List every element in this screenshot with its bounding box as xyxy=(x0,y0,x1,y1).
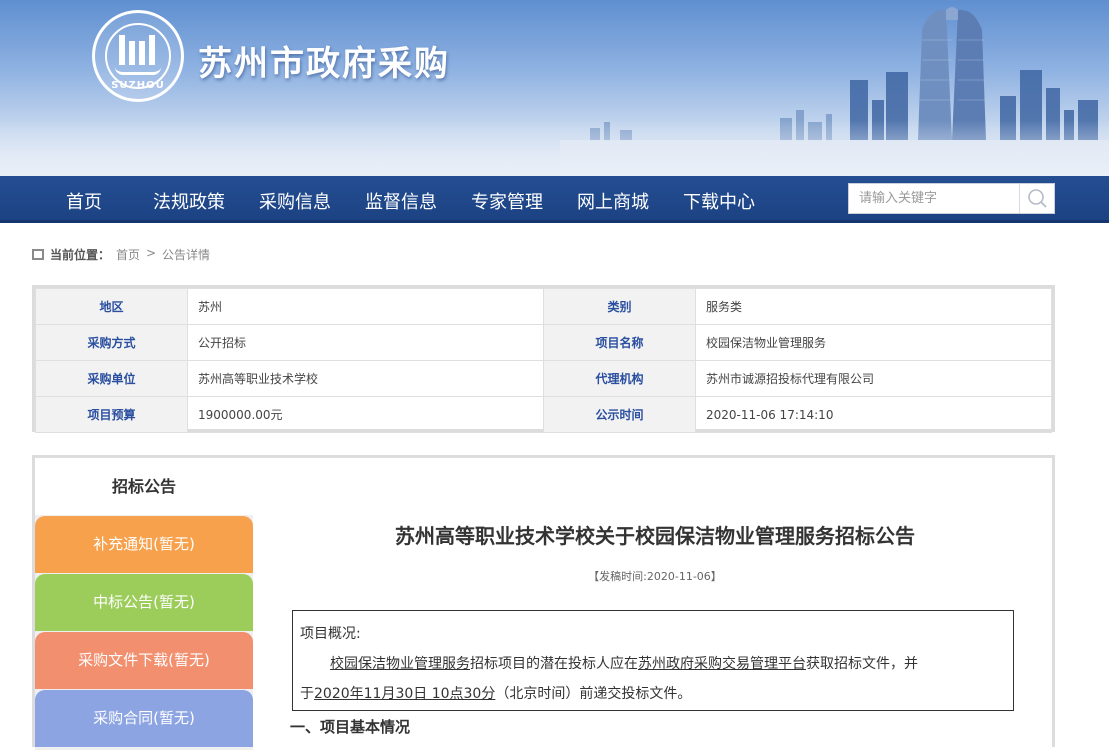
project-info-table: 地区 苏州 类别 服务类 采购方式 公开招标 项目名称 校园保洁物业管理服务 采… xyxy=(32,285,1055,433)
nav-procurement-info[interactable]: 采购信息 xyxy=(259,188,331,214)
overview-text: （北京时间）前递交投标文件。 xyxy=(495,686,692,702)
info-value: 公开招标 xyxy=(187,324,544,361)
notice-title: 苏州高等职业技术学校关于校园保洁物业管理服务招标公告 xyxy=(395,524,915,548)
info-value: 苏州 xyxy=(187,288,544,325)
info-key: 采购方式 xyxy=(35,324,188,361)
search-input[interactable] xyxy=(849,184,1019,213)
info-key: 代理机构 xyxy=(543,360,696,397)
breadcrumb-current: 公告详情 xyxy=(162,248,211,262)
info-key: 项目预算 xyxy=(35,396,188,433)
info-value: 苏州高等职业技术学校 xyxy=(187,360,544,397)
table-row: 地区 苏州 类别 服务类 xyxy=(35,288,1052,325)
banner-haze xyxy=(0,120,1109,176)
table-row: 采购方式 公开招标 项目名称 校园保洁物业管理服务 xyxy=(35,324,1052,361)
info-value: 2020-11-06 17:14:10 xyxy=(695,396,1052,433)
project-overview-box: 项目概况: 校园保洁物业管理服务招标项目的潜在投标人应在苏州政府采购交易管理平台… xyxy=(292,610,1014,711)
project-name-link[interactable]: 校园保洁物业管理服务 xyxy=(330,656,470,672)
deadline-time: 2020年11月30日 10点30分 xyxy=(314,686,496,702)
location-icon xyxy=(32,249,44,260)
info-key: 类别 xyxy=(543,288,696,325)
tab-tender-notice[interactable]: 招标公告 xyxy=(35,458,253,515)
nav-expert-management[interactable]: 专家管理 xyxy=(471,188,543,214)
header-banner: SUZHOU 苏州市政府采购 xyxy=(0,0,1109,176)
logo-wave-icon xyxy=(115,67,161,75)
nav-regulations[interactable]: 法规政策 xyxy=(153,188,225,214)
nav-supervision-info[interactable]: 监督信息 xyxy=(365,188,437,214)
info-key: 项目名称 xyxy=(543,324,696,361)
site-title: 苏州市政府采购 xyxy=(198,44,450,84)
info-value: 1900000.00元 xyxy=(187,396,544,433)
table-row: 采购单位 苏州高等职业技术学校 代理机构 苏州市诚源招投标代理有限公司 xyxy=(35,360,1052,397)
info-value: 校园保洁物业管理服务 xyxy=(695,324,1052,361)
nav-online-mall[interactable]: 网上商城 xyxy=(577,188,649,214)
breadcrumb-separator: > xyxy=(146,246,157,260)
search-icon xyxy=(1028,189,1047,208)
overview-label: 项目概况: xyxy=(300,626,361,642)
info-key: 公示时间 xyxy=(543,396,696,433)
nav-download-center[interactable]: 下载中心 xyxy=(683,188,755,214)
notice-date: 【发稿时间:2020-11-06】 xyxy=(588,570,722,583)
info-value: 苏州市诚源招投标代理有限公司 xyxy=(695,360,1052,397)
nav-home[interactable]: 首页 xyxy=(66,188,102,214)
section-heading: 一、项目基本情况 xyxy=(290,718,411,736)
overview-text: 获取招标文件，并 xyxy=(806,656,918,672)
suzhou-logo: SUZHOU xyxy=(92,10,184,102)
logo-text: SUZHOU xyxy=(111,80,165,91)
info-key: 地区 xyxy=(35,288,188,325)
content-panel: 招标公告 补充通知(暂无) 中标公告(暂无) 采购文件下载(暂无) 采购合同(暂… xyxy=(32,455,1055,750)
tab-procurement-contract[interactable]: 采购合同(暂无) xyxy=(35,690,253,747)
overview-text: 招标项目的潜在投标人应在 xyxy=(470,656,638,672)
tab-procurement-docs-download[interactable]: 采购文件下载(暂无) xyxy=(35,632,253,689)
tab-supplementary-notice[interactable]: 补充通知(暂无) xyxy=(35,516,253,573)
tab-award-notice[interactable]: 中标公告(暂无) xyxy=(35,574,253,631)
overview-line-1: 校园保洁物业管理服务招标项目的潜在投标人应在苏州政府采购交易管理平台获取招标文件… xyxy=(300,649,1006,679)
info-value: 服务类 xyxy=(695,288,1052,325)
breadcrumb-label: 当前位置： xyxy=(50,248,111,262)
overview-line-2: 于2020年11月30日 10点30分（北京时间）前递交投标文件。 xyxy=(300,679,1006,709)
logo-gate-icon xyxy=(119,35,157,65)
search-button[interactable] xyxy=(1019,184,1054,213)
table-row: 项目预算 1900000.00元 公示时间 2020-11-06 17:14:1… xyxy=(35,396,1052,433)
info-key: 采购单位 xyxy=(35,360,188,397)
platform-link[interactable]: 苏州政府采购交易管理平台 xyxy=(638,656,806,672)
search-box xyxy=(848,183,1055,214)
notice-sidebar: 招标公告 补充通知(暂无) 中标公告(暂无) 采购文件下载(暂无) 采购合同(暂… xyxy=(35,458,253,750)
overview-text: 于 xyxy=(300,686,314,702)
